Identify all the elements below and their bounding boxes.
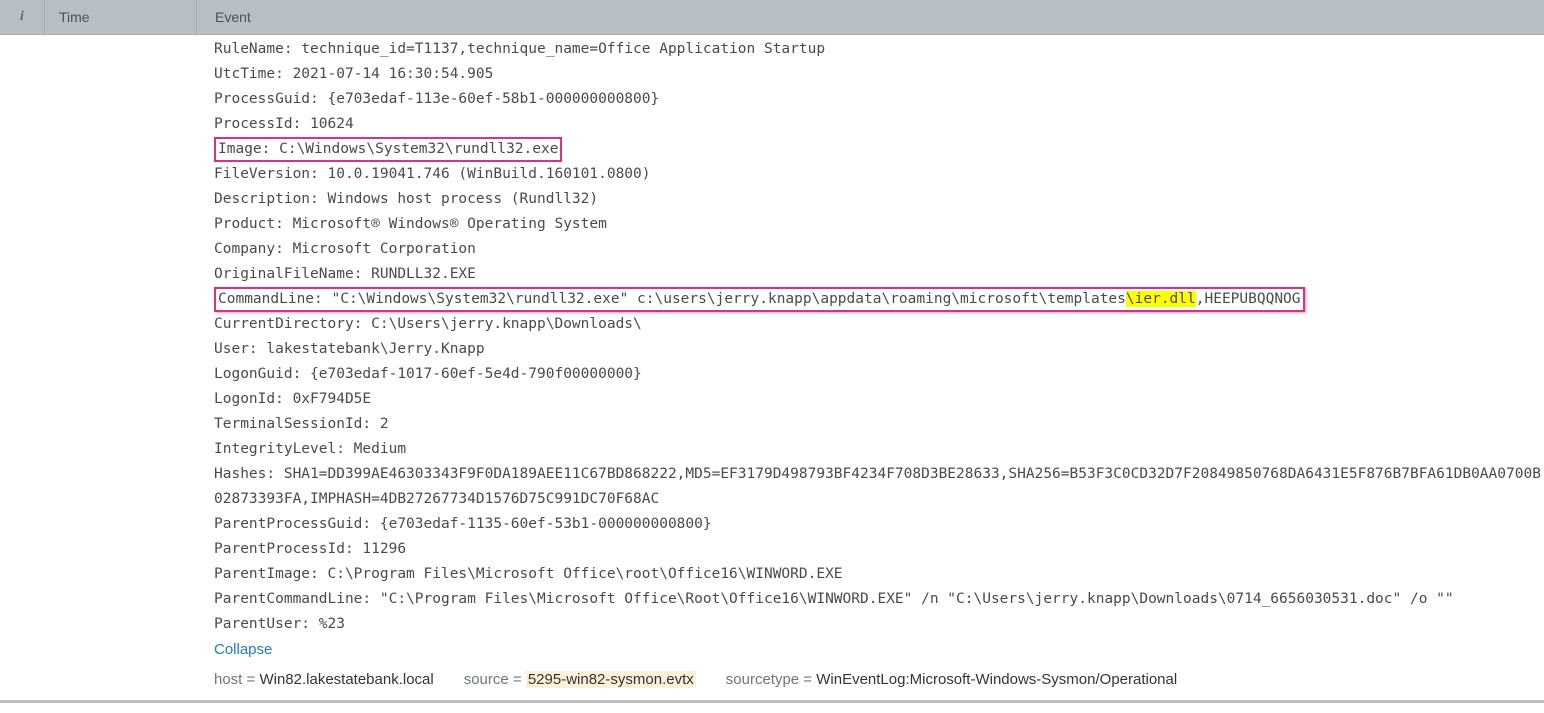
field-current-directory: CurrentDirectory: C:\Users\jerry.knapp\D… — [214, 312, 1544, 337]
field-command-line: CommandLine: "C:\Windows\System32\rundll… — [214, 287, 1544, 312]
bottom-border — [0, 700, 1544, 703]
meta-source[interactable]: source = 5295-win82-sysmon.evtx — [464, 671, 696, 688]
time-column-header[interactable]: Time — [45, 0, 197, 34]
field-process-id: ProcessId: 10624 — [214, 112, 1544, 137]
field-terminal-session-id: TerminalSessionId: 2 — [214, 412, 1544, 437]
field-original-file-name: OriginalFileName: RUNDLL32.EXE — [214, 262, 1544, 287]
highlight-text-ier-dll: \ier.dll — [1126, 291, 1196, 307]
field-parent-process-id: ParentProcessId: 11296 — [214, 537, 1544, 562]
meta-sourcetype[interactable]: sourcetype = WinEventLog:Microsoft-Windo… — [726, 671, 1177, 688]
field-company: Company: Microsoft Corporation — [214, 237, 1544, 262]
info-column-header[interactable]: i — [0, 0, 45, 34]
field-file-version: FileVersion: 10.0.19041.746 (WinBuild.16… — [214, 162, 1544, 187]
highlight-box-commandline: CommandLine: "C:\Windows\System32\rundll… — [214, 287, 1305, 312]
table-header: i Time Event — [0, 0, 1544, 35]
field-image: Image: C:\Windows\System32\rundll32.exe — [214, 137, 1544, 162]
field-logon-guid: LogonGuid: {e703edaf-1017-60ef-5e4d-790f… — [214, 362, 1544, 387]
field-user: User: lakestatebank\Jerry.Knapp — [214, 337, 1544, 362]
field-parent-command-line: ParentCommandLine: "C:\Program Files\Mic… — [214, 587, 1544, 612]
field-hashes: Hashes: SHA1=DD399AE46303343F9F0DA189AEE… — [214, 462, 1544, 512]
field-utc-time: UtcTime: 2021-07-14 16:30:54.905 — [214, 62, 1544, 87]
field-parent-image: ParentImage: C:\Program Files\Microsoft … — [214, 562, 1544, 587]
field-rule-name: RuleName: technique_id=T1137,technique_n… — [214, 37, 1544, 62]
field-integrity-level: IntegrityLevel: Medium — [214, 437, 1544, 462]
event-meta-row: host = Win82.lakestatebank.local source … — [0, 663, 1544, 700]
meta-host[interactable]: host = Win82.lakestatebank.local — [214, 671, 434, 688]
field-parent-user: ParentUser: %23 — [214, 612, 1544, 637]
field-parent-process-guid: ParentProcessGuid: {e703edaf-1135-60ef-5… — [214, 512, 1544, 537]
field-description: Description: Windows host process (Rundl… — [214, 187, 1544, 212]
event-column-header[interactable]: Event — [197, 0, 1544, 34]
collapse-link[interactable]: Collapse — [214, 641, 272, 658]
field-product: Product: Microsoft® Windows® Operating S… — [214, 212, 1544, 237]
field-process-guid: ProcessGuid: {e703edaf-113e-60ef-58b1-00… — [214, 87, 1544, 112]
highlight-box-image: Image: C:\Windows\System32\rundll32.exe — [214, 137, 562, 162]
event-detail: RuleName: technique_id=T1137,technique_n… — [0, 35, 1544, 663]
field-logon-id: LogonId: 0xF794D5E — [214, 387, 1544, 412]
